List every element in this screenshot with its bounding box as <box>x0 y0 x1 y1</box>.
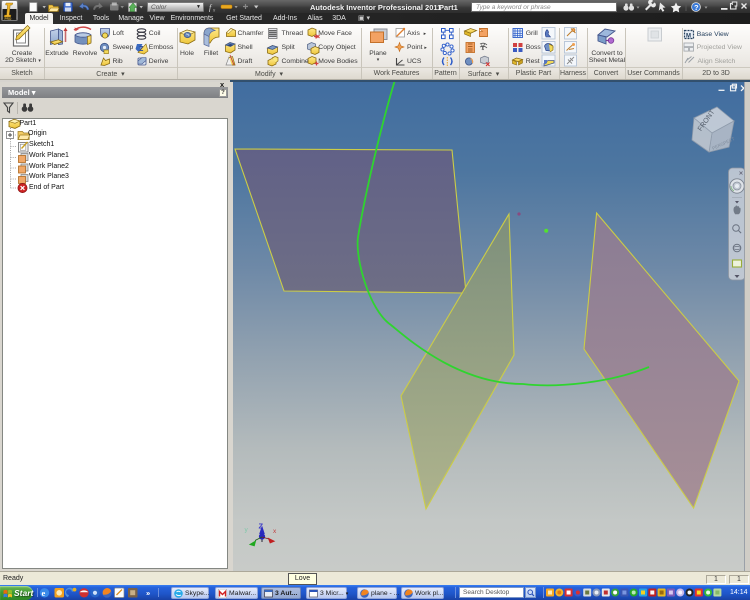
svg-text:y: y <box>245 527 249 534</box>
svg-text:M: M <box>686 34 691 40</box>
svg-text:?: ? <box>694 3 699 12</box>
svg-text:Z: Z <box>259 522 264 531</box>
svg-text:PRO: PRO <box>5 17 12 21</box>
svg-text:»: » <box>146 589 150 598</box>
svg-text:Z: Z <box>139 46 144 53</box>
svg-text:e: e <box>42 588 46 598</box>
svg-text:x: x <box>273 528 277 535</box>
